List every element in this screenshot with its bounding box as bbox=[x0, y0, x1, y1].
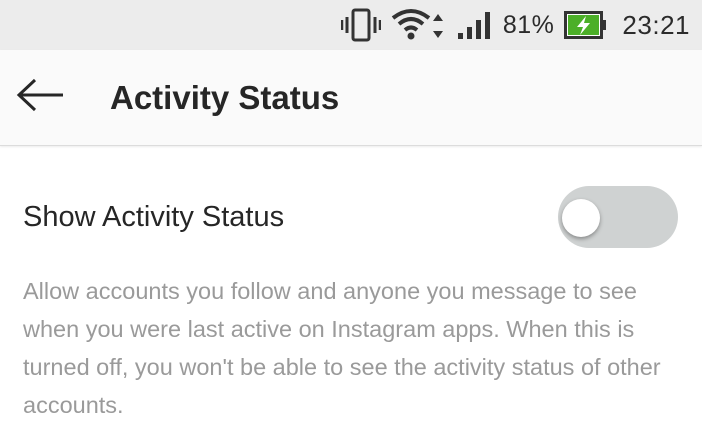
wifi-icon bbox=[391, 8, 447, 42]
status-bar: 81% 23:21 bbox=[0, 0, 702, 50]
setting-description: Allow accounts you follow and anyone you… bbox=[23, 278, 661, 418]
page-title: Activity Status bbox=[110, 78, 340, 116]
toggle-knob bbox=[562, 199, 600, 237]
vibrate-icon bbox=[340, 8, 381, 42]
cell-signal-icon bbox=[457, 10, 493, 40]
setting-row-show-activity-status: Show Activity Status bbox=[0, 182, 702, 252]
activity-status-toggle[interactable] bbox=[558, 186, 678, 248]
battery-charging-icon bbox=[564, 10, 608, 40]
app-bar: Activity Status bbox=[0, 50, 702, 146]
setting-label: Show Activity Status bbox=[23, 200, 285, 233]
arrow-left-icon bbox=[15, 78, 65, 117]
battery-percent: 81% bbox=[502, 10, 555, 39]
back-button[interactable] bbox=[0, 50, 80, 146]
clock: 23:21 bbox=[622, 9, 690, 40]
